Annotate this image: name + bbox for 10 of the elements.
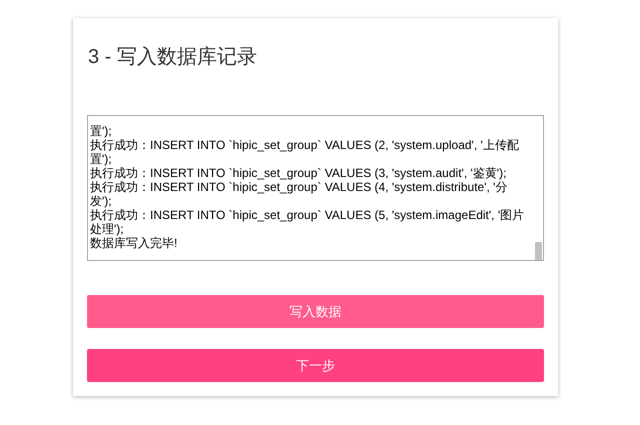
log-line: 执行成功：INSERT INTO `hipic_set_group` VALUES (4, 'system.distribute', '分发');: [90, 180, 508, 208]
log-output[interactable]: [87, 115, 544, 261]
scrollbar-thumb[interactable]: [535, 242, 542, 260]
log-line: 执行成功：INSERT INTO `hipic_set_group` VALUES (3, 'system.audit', '鉴黄');: [90, 166, 508, 180]
action-button[interactable]: 下一步: [87, 349, 544, 382]
log-line: 数据库写入完毕!: [90, 236, 178, 250]
page-title: 3 - 写入数据库记录: [87, 45, 258, 70]
log-line: 执行成功：INSERT INTO `hipic_set_group` VALUES (2, 'system.upload', '上传配置');: [90, 138, 520, 166]
log-line: 置');: [90, 124, 113, 138]
log-line: 执行成功：INSERT INTO `hipic_set_group` VALUES (5, 'system.imageEdit', '图片处理');: [90, 208, 526, 236]
